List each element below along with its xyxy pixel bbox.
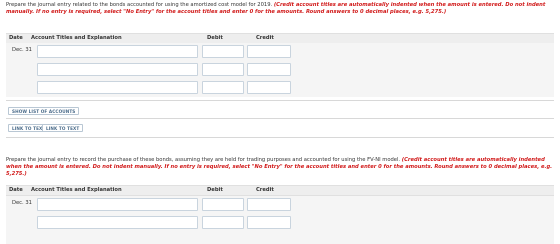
row1-credit-input[interactable] bbox=[247, 198, 291, 211]
row3-credit-input[interactable] bbox=[247, 81, 291, 94]
show-list-of-accounts-button[interactable]: SHOW LIST OF ACCOUNTS bbox=[8, 107, 80, 115]
col-credit-header: Credit bbox=[256, 187, 274, 193]
part1-divider bbox=[6, 100, 554, 101]
col-account-header: Account Titles and Explanation bbox=[31, 187, 122, 193]
row1-debit-input[interactable] bbox=[202, 198, 244, 211]
row2-account-input[interactable] bbox=[37, 63, 198, 76]
col-date-header: Date bbox=[9, 35, 23, 41]
part2-instructions: Prepare the journal entry to record the … bbox=[6, 157, 554, 178]
col-account-header: Account Titles and Explanation bbox=[31, 35, 122, 41]
row1-account-input[interactable] bbox=[37, 45, 198, 58]
part1-instruction-text: Prepare the journal entry related to the… bbox=[6, 2, 273, 8]
col-debit-header: Debit bbox=[207, 187, 223, 193]
row2-debit-input[interactable] bbox=[202, 216, 244, 229]
row3-debit-input[interactable] bbox=[202, 81, 244, 94]
row2-debit-input[interactable] bbox=[202, 63, 244, 76]
part2-instruction-text: Prepare the journal entry to record the … bbox=[6, 157, 401, 163]
row1-debit-input[interactable] bbox=[202, 45, 244, 58]
row3-account-input[interactable] bbox=[37, 81, 198, 94]
part2-entry-panel: Dec. 31 bbox=[6, 196, 554, 244]
row1-account-input[interactable] bbox=[37, 198, 198, 211]
part2-table-header: Date Account Titles and Explanation Debi… bbox=[6, 185, 554, 196]
col-credit-header: Credit bbox=[256, 35, 274, 41]
part1-entry-panel: Dec. 31 bbox=[6, 43, 554, 97]
link-to-text-button-2[interactable]: LINK TO TEXT bbox=[42, 124, 84, 132]
row2-account-input[interactable] bbox=[37, 216, 198, 229]
row2-credit-input[interactable] bbox=[247, 216, 291, 229]
col-debit-header: Debit bbox=[207, 35, 223, 41]
section-divider bbox=[6, 137, 554, 138]
part1-instructions: Prepare the journal entry related to the… bbox=[6, 2, 554, 16]
part1-divider-2 bbox=[6, 118, 554, 119]
col-date-header: Date bbox=[9, 187, 23, 193]
row1-credit-input[interactable] bbox=[247, 45, 291, 58]
row1-date: Dec. 31 bbox=[12, 47, 32, 53]
row2-credit-input[interactable] bbox=[247, 63, 291, 76]
row1-date: Dec. 31 bbox=[12, 200, 32, 206]
